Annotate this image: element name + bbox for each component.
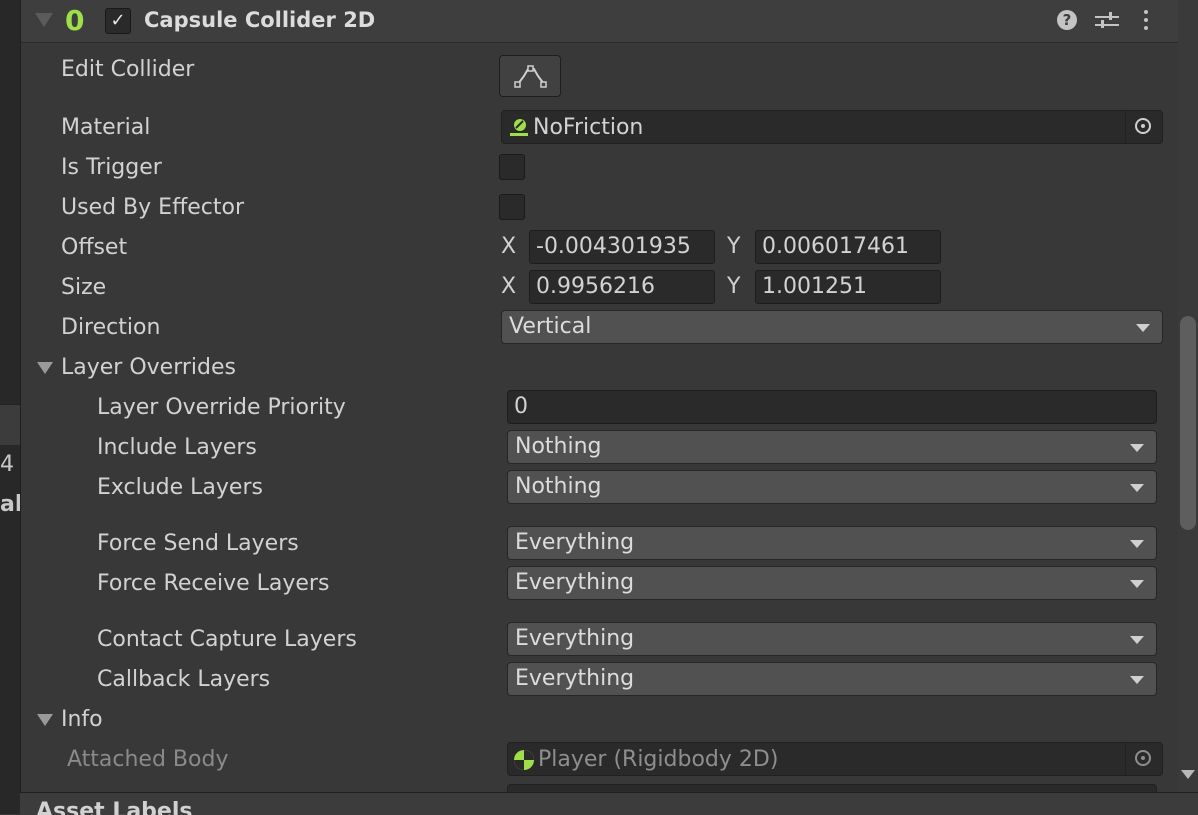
- info-foldout-icon[interactable]: [37, 714, 53, 726]
- callback-layers-dropdown[interactable]: Everything: [507, 662, 1157, 696]
- contact-capture-layers-label: Contact Capture Layers: [97, 627, 357, 652]
- force-receive-layers-label: Force Receive Layers: [97, 571, 330, 596]
- include-layers-dropdown[interactable]: Nothing: [507, 430, 1157, 464]
- force-receive-layers-dropdown[interactable]: Everything: [507, 566, 1157, 600]
- presets-icon[interactable]: [1095, 10, 1119, 32]
- left-panel-fragment: 4: [0, 452, 14, 477]
- callback-layers-value: Everything: [515, 666, 635, 691]
- material-value: NoFriction: [533, 115, 644, 140]
- force-send-layers-label: Force Send Layers: [97, 531, 299, 556]
- rigidbody-icon: [514, 750, 534, 770]
- material-field[interactable]: NoFriction: [501, 110, 1163, 144]
- contact-capture-layers-dropdown[interactable]: Everything: [507, 622, 1157, 656]
- component-header[interactable]: 0 ✓ Capsule Collider 2D ?: [21, 0, 1179, 43]
- layer-override-priority-field[interactable]: 0: [507, 390, 1157, 424]
- used-by-effector-checkbox[interactable]: [499, 194, 525, 220]
- offset-label: Offset: [61, 235, 128, 260]
- edit-collider-button[interactable]: [499, 55, 561, 97]
- dropdown-arrow-icon: [1130, 580, 1144, 588]
- object-picker-button[interactable]: [1125, 111, 1162, 143]
- size-label: Size: [61, 275, 107, 300]
- scroll-down-icon[interactable]: [1181, 770, 1195, 779]
- info-label[interactable]: Info: [61, 707, 103, 733]
- layer-override-priority-label: Layer Override Priority: [97, 395, 346, 420]
- dropdown-arrow-icon: [1130, 636, 1144, 644]
- exclude-layers-value: Nothing: [515, 474, 602, 499]
- dropdown-arrow-icon: [1130, 676, 1144, 684]
- direction-dropdown[interactable]: Vertical: [501, 310, 1163, 344]
- kebab-menu-icon[interactable]: [1144, 10, 1148, 34]
- offset-x-label: X: [501, 234, 517, 259]
- component-title: Capsule Collider 2D: [144, 8, 376, 32]
- direction-value: Vertical: [509, 314, 592, 339]
- clipped-info-field: [507, 784, 1157, 792]
- dropdown-arrow-icon: [1130, 444, 1144, 452]
- scrollbar-thumb[interactable]: [1180, 316, 1196, 530]
- offset-y-label: Y: [727, 234, 741, 259]
- object-picker-button: [1125, 743, 1162, 775]
- inspector-panel: 0 ✓ Capsule Collider 2D ? Edit Collider …: [20, 0, 1179, 792]
- checkbox-check-icon: ✓: [110, 10, 126, 31]
- attached-body-value: Player (Rigidbody 2D): [538, 747, 779, 772]
- left-panel-edge: 4 al: [0, 0, 20, 814]
- force-send-layers-dropdown[interactable]: Everything: [507, 526, 1157, 560]
- contact-capture-layers-value: Everything: [515, 626, 635, 651]
- direction-label: Direction: [61, 315, 161, 340]
- include-layers-label: Include Layers: [97, 435, 257, 460]
- left-panel-tab[interactable]: [0, 404, 20, 445]
- exclude-layers-label: Exclude Layers: [97, 475, 263, 500]
- exclude-layers-dropdown[interactable]: Nothing: [507, 470, 1157, 504]
- dropdown-arrow-icon: [1130, 484, 1144, 492]
- inspector-scrollbar[interactable]: [1178, 0, 1198, 792]
- component-enabled-checkbox[interactable]: ✓: [105, 8, 131, 34]
- is-trigger-checkbox[interactable]: [499, 154, 525, 180]
- edit-collider-icon: [514, 65, 547, 88]
- layer-overrides-label[interactable]: Layer Overrides: [61, 355, 236, 381]
- chevron-down-icon[interactable]: [35, 13, 53, 27]
- left-panel-fragment: al: [0, 492, 20, 517]
- is-trigger-label: Is Trigger: [61, 155, 162, 180]
- physics-material-icon: [510, 119, 528, 136]
- help-icon[interactable]: ?: [1057, 10, 1077, 30]
- offset-y-field[interactable]: 0.006017461: [755, 230, 941, 264]
- object-picker-icon: [1135, 750, 1151, 766]
- size-y-field[interactable]: 1.001251: [755, 270, 941, 304]
- used-by-effector-label: Used By Effector: [61, 195, 244, 220]
- layer-overrides-foldout-icon[interactable]: [37, 362, 53, 374]
- material-label: Material: [61, 115, 151, 140]
- callback-layers-label: Callback Layers: [97, 667, 271, 692]
- asset-labels-bar[interactable]: Asset Labels: [20, 792, 1198, 815]
- attached-body-field: Player (Rigidbody 2D): [507, 742, 1163, 776]
- asset-labels-title: Asset Labels: [36, 799, 193, 815]
- object-picker-icon: [1135, 118, 1151, 134]
- size-x-field[interactable]: 0.9956216: [529, 270, 715, 304]
- force-send-layers-value: Everything: [515, 530, 635, 555]
- offset-x-field[interactable]: -0.004301935: [529, 230, 715, 264]
- attached-body-label: Attached Body: [67, 747, 229, 772]
- dropdown-arrow-icon: [1130, 540, 1144, 548]
- size-y-label: Y: [727, 274, 741, 299]
- include-layers-value: Nothing: [515, 434, 602, 459]
- dropdown-arrow-icon: [1136, 324, 1150, 332]
- force-receive-layers-value: Everything: [515, 570, 635, 595]
- size-x-label: X: [501, 274, 517, 299]
- edit-collider-label: Edit Collider: [61, 57, 195, 82]
- collider-2d-icon: 0: [65, 4, 85, 37]
